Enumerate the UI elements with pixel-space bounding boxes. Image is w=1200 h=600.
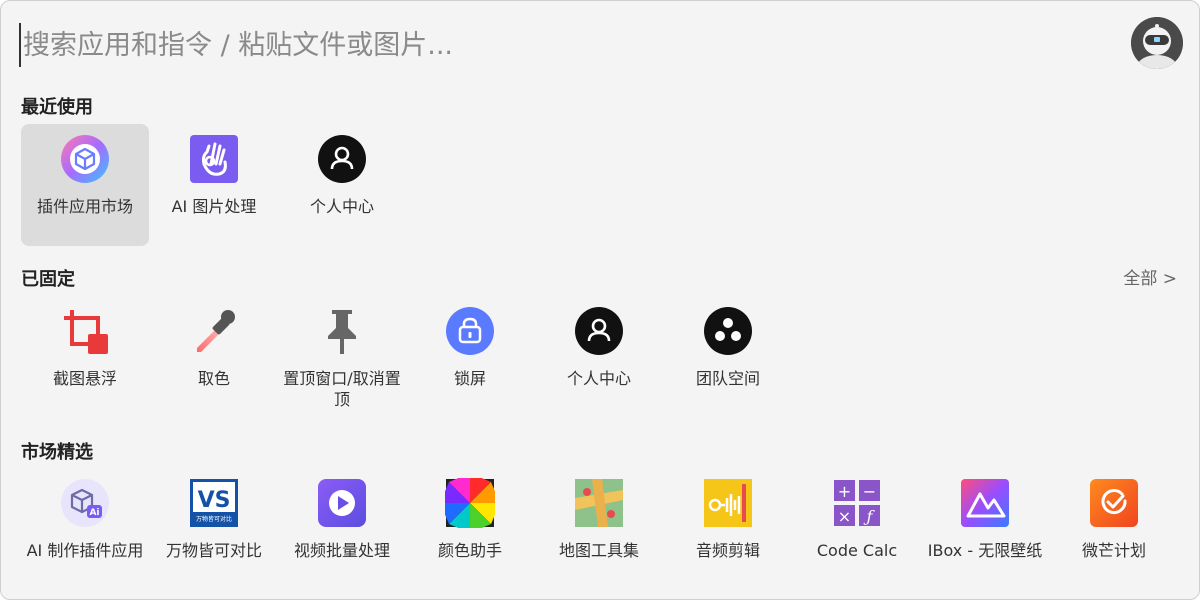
see-all-link[interactable]: 全部 > bbox=[1123, 264, 1177, 289]
item-label: 视频批量处理 bbox=[293, 541, 390, 560]
audio-icon bbox=[703, 478, 753, 528]
item-label: 团队空间 bbox=[695, 369, 760, 388]
item-label: 截图悬浮 bbox=[52, 369, 117, 388]
user-icon bbox=[574, 306, 624, 356]
launcher-window: 最近使用 插件应用市场 bbox=[0, 0, 1200, 600]
lock-icon bbox=[445, 306, 495, 356]
market-item-compare[interactable]: VS 万物皆可对比 万物皆可对比 bbox=[150, 468, 278, 586]
item-label: 锁屏 bbox=[453, 369, 486, 388]
section-title-recent: 最近使用 bbox=[21, 97, 93, 118]
calculator-icon: + − × ƒ bbox=[832, 478, 882, 528]
pinned-item-screenshot-float[interactable]: 截图悬浮 bbox=[21, 296, 149, 414]
item-label: Code Calc bbox=[816, 541, 898, 560]
item-label: AI 制作插件应用 bbox=[26, 541, 144, 560]
video-play-icon bbox=[317, 478, 367, 528]
search-input[interactable] bbox=[19, 23, 1099, 67]
vs-icon: VS 万物皆可对比 bbox=[189, 478, 239, 528]
recent-item-personal-center[interactable]: 个人中心 bbox=[278, 124, 406, 246]
market-item-video-batch[interactable]: 视频批量处理 bbox=[278, 468, 406, 586]
recent-item-plugin-market[interactable]: 插件应用市场 bbox=[21, 124, 149, 246]
item-label: 地图工具集 bbox=[558, 541, 639, 560]
ai-cube-icon: Ai bbox=[60, 478, 110, 528]
item-label: AI 图片处理 bbox=[171, 197, 257, 216]
calc-minus-glyph: − bbox=[863, 482, 876, 501]
market-item-map-tools[interactable]: 地图工具集 bbox=[535, 468, 663, 586]
wallpaper-icon bbox=[960, 478, 1010, 528]
market-item-color-helper[interactable]: 颜色助手 bbox=[406, 468, 534, 586]
item-label: 取色 bbox=[197, 369, 230, 388]
svg-text:Ai: Ai bbox=[89, 508, 99, 518]
item-label: 插件应用市场 bbox=[36, 197, 133, 216]
map-icon bbox=[574, 478, 624, 528]
robot-avatar-icon bbox=[1131, 17, 1183, 69]
market-item-weimang-plan[interactable]: 微芒计划 bbox=[1050, 468, 1178, 586]
market-item-audio-editor[interactable]: 音频剪辑 bbox=[664, 468, 792, 586]
team-icon bbox=[703, 306, 753, 356]
pin-icon bbox=[317, 306, 367, 356]
avatar[interactable] bbox=[1131, 17, 1183, 69]
item-label: 颜色助手 bbox=[437, 541, 502, 560]
market-item-ibox-wallpaper[interactable]: IBox - 无限壁纸 bbox=[921, 468, 1049, 586]
section-title-pinned: 已固定 bbox=[21, 269, 75, 290]
item-label: 万物皆可对比 bbox=[165, 541, 262, 560]
item-label: 个人中心 bbox=[309, 197, 374, 216]
pinned-item-team-space[interactable]: 团队空间 bbox=[664, 296, 792, 414]
item-label: IBox - 无限壁纸 bbox=[927, 541, 1043, 560]
pinned-item-personal-center[interactable]: 个人中心 bbox=[535, 296, 663, 414]
market-item-code-calc[interactable]: + − × ƒ Code Calc bbox=[793, 468, 921, 586]
item-label: 微芒计划 bbox=[1081, 541, 1146, 560]
vs-icon-text: VS bbox=[198, 488, 231, 513]
check-circle-icon bbox=[1089, 478, 1139, 528]
section-title-market: 市场精选 bbox=[21, 442, 93, 463]
plugin-market-icon bbox=[60, 134, 110, 184]
item-label: 置顶窗口/取消置顶 bbox=[283, 369, 401, 409]
crop-icon bbox=[60, 306, 110, 356]
ok-hand-icon bbox=[189, 134, 239, 184]
recent-item-ai-image[interactable]: AI 图片处理 bbox=[150, 124, 278, 246]
calc-times-glyph: × bbox=[838, 507, 851, 526]
pinned-item-color-picker[interactable]: 取色 bbox=[150, 296, 278, 414]
search-bar bbox=[1, 1, 1199, 89]
item-label: 个人中心 bbox=[566, 369, 631, 388]
eyedropper-icon bbox=[189, 306, 239, 356]
pinned-item-lock-screen[interactable]: 锁屏 bbox=[406, 296, 534, 414]
market-item-ai-plugin[interactable]: Ai AI 制作插件应用 bbox=[21, 468, 149, 586]
pinned-item-pin-window[interactable]: 置顶窗口/取消置顶 bbox=[278, 296, 406, 414]
item-label: 音频剪辑 bbox=[695, 541, 760, 560]
calc-plus-glyph: + bbox=[838, 482, 851, 501]
vs-icon-subtext: 万物皆可对比 bbox=[196, 515, 232, 523]
user-icon bbox=[317, 134, 367, 184]
color-wheel-icon bbox=[445, 478, 495, 528]
